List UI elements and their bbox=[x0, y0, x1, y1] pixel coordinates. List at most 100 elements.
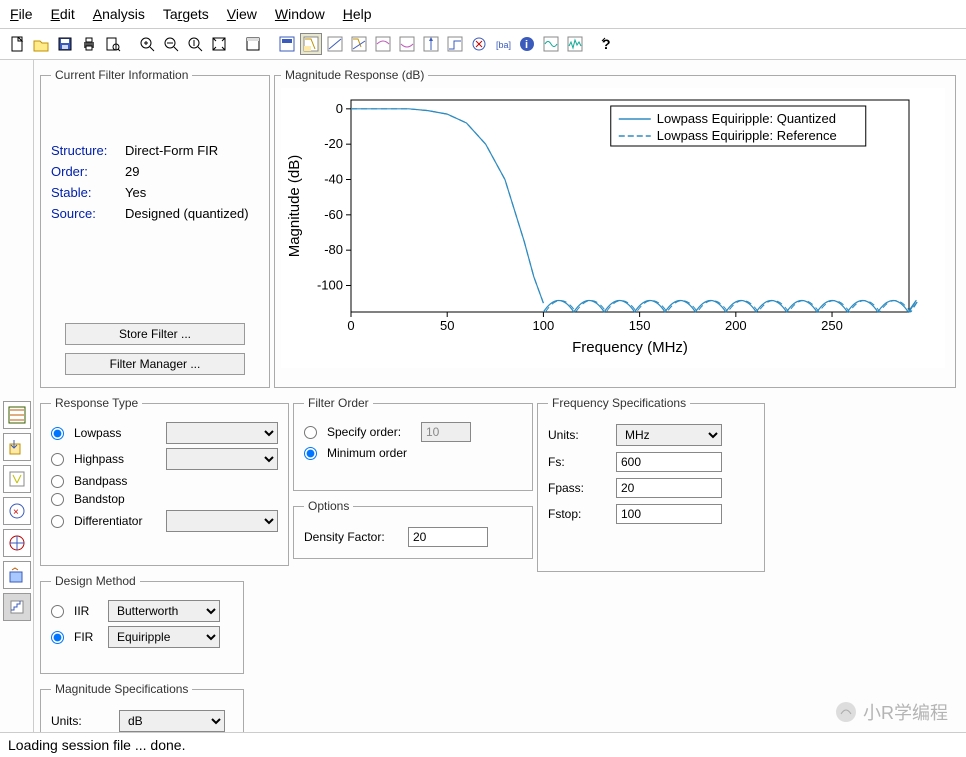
order-value: 29 bbox=[125, 164, 139, 179]
side-toolbar: × bbox=[0, 60, 34, 744]
highpass-radio[interactable] bbox=[51, 453, 64, 466]
options-legend: Options bbox=[304, 499, 353, 513]
impulse-resp-icon[interactable] bbox=[420, 33, 442, 55]
print-icon[interactable] bbox=[78, 33, 100, 55]
fpass-input[interactable] bbox=[616, 478, 722, 498]
iir-radio[interactable] bbox=[51, 605, 64, 618]
group-delay-icon[interactable] bbox=[372, 33, 394, 55]
magnitude-response-chart[interactable]: 0-20-40-60-80-100050100150200250Frequenc… bbox=[281, 88, 945, 368]
zoom-x-icon[interactable] bbox=[160, 33, 182, 55]
svg-text:150: 150 bbox=[629, 318, 651, 333]
current-filter-info-panel: Current Filter Information Structure:Dir… bbox=[40, 68, 270, 388]
filter-order-panel: Filter Order Specify order: Minimum orde… bbox=[293, 396, 533, 491]
lowpass-label: Lowpass bbox=[74, 426, 160, 440]
bandstop-radio[interactable] bbox=[51, 493, 64, 506]
structure-value: Direct-Form FIR bbox=[125, 143, 218, 158]
iir-select[interactable]: Butterworth bbox=[108, 600, 220, 622]
transform-filter-icon[interactable] bbox=[3, 561, 31, 589]
response-type-legend: Response Type bbox=[51, 396, 142, 410]
phase-resp-icon[interactable] bbox=[324, 33, 346, 55]
zoom-y-icon[interactable] bbox=[184, 33, 206, 55]
noise-psd-icon[interactable] bbox=[564, 33, 586, 55]
svg-text:50: 50 bbox=[440, 318, 454, 333]
density-factor-input[interactable] bbox=[408, 527, 488, 547]
mag-spec-legend: Magnitude Specifications bbox=[51, 682, 192, 696]
import-filter-icon[interactable] bbox=[3, 433, 31, 461]
fstop-label: Fstop: bbox=[548, 507, 608, 521]
differentiator-label: Differentiator bbox=[74, 514, 160, 528]
svg-text:-40: -40 bbox=[324, 172, 343, 187]
magnitude-est-icon[interactable] bbox=[540, 33, 562, 55]
watermark: 小R学编程 bbox=[835, 699, 948, 725]
mag-units-label: Units: bbox=[51, 714, 111, 728]
differentiator-select[interactable] bbox=[166, 510, 278, 532]
save-icon[interactable] bbox=[54, 33, 76, 55]
menu-edit[interactable]: Edit bbox=[51, 6, 75, 22]
status-bar: Loading session file ... done. bbox=[0, 732, 966, 757]
svg-text:[ba]: [ba] bbox=[496, 40, 511, 50]
mag-units-select[interactable]: dB bbox=[119, 710, 225, 732]
svg-text:-60: -60 bbox=[324, 207, 343, 222]
print-preview-icon[interactable] bbox=[102, 33, 124, 55]
multirate-icon[interactable] bbox=[3, 529, 31, 557]
lowpass-select[interactable] bbox=[166, 422, 278, 444]
minimum-order-radio[interactable] bbox=[304, 447, 317, 460]
bandpass-radio[interactable] bbox=[51, 475, 64, 488]
filter-manager-button[interactable]: Filter Manager ... bbox=[65, 353, 245, 375]
menu-targets[interactable]: Targets bbox=[163, 6, 209, 22]
bandpass-label: Bandpass bbox=[74, 474, 127, 488]
source-value: Designed (quantized) bbox=[125, 206, 249, 221]
minimum-order-label: Minimum order bbox=[327, 446, 407, 460]
realize-model-icon[interactable] bbox=[3, 465, 31, 493]
zoom-in-icon[interactable] bbox=[136, 33, 158, 55]
menu-analysis[interactable]: Analysis bbox=[93, 6, 145, 22]
open-icon[interactable] bbox=[30, 33, 52, 55]
fs-input[interactable] bbox=[616, 452, 722, 472]
svg-text:-100: -100 bbox=[317, 278, 343, 293]
differentiator-radio[interactable] bbox=[51, 515, 64, 528]
set-quantization-icon[interactable] bbox=[3, 593, 31, 621]
freq-units-select[interactable]: MHz bbox=[616, 424, 722, 446]
step-resp-icon[interactable] bbox=[444, 33, 466, 55]
svg-text:Lowpass Equiripple: Reference: Lowpass Equiripple: Reference bbox=[657, 128, 837, 143]
highpass-label: Highpass bbox=[74, 452, 160, 466]
new-icon[interactable] bbox=[6, 33, 28, 55]
order-label: Order: bbox=[51, 164, 125, 179]
zoom-fit-icon[interactable] bbox=[208, 33, 230, 55]
iir-label: IIR bbox=[74, 604, 102, 618]
specify-order-radio[interactable] bbox=[304, 426, 317, 439]
design-method-legend: Design Method bbox=[51, 574, 140, 588]
filter-order-legend: Filter Order bbox=[304, 396, 373, 410]
coefficients-icon[interactable]: [ba] bbox=[492, 33, 514, 55]
fir-radio[interactable] bbox=[51, 631, 64, 644]
menu-help[interactable]: Help bbox=[343, 6, 372, 22]
lowpass-radio[interactable] bbox=[51, 427, 64, 440]
fstop-input[interactable] bbox=[616, 504, 722, 524]
menu-view[interactable]: View bbox=[227, 6, 257, 22]
svg-text:Frequency (MHz): Frequency (MHz) bbox=[572, 339, 688, 356]
toolbar: [ba] i ? bbox=[0, 29, 966, 60]
freq-units-label: Units: bbox=[548, 428, 608, 442]
pole-zero-editor-icon[interactable]: × bbox=[3, 497, 31, 525]
store-filter-button[interactable]: Store Filter ... bbox=[65, 323, 245, 345]
highpass-select[interactable] bbox=[166, 448, 278, 470]
response-type-panel: Response Type Lowpass Highpass Bandpass … bbox=[40, 396, 289, 566]
magnitude-response-panel: Magnitude Response (dB) 0-20-40-60-80-10… bbox=[274, 68, 956, 388]
filter-info-icon[interactable]: i bbox=[516, 33, 538, 55]
menu-file[interactable]: File bbox=[10, 6, 33, 22]
specify-order-label: Specify order: bbox=[327, 425, 415, 439]
mag-resp-icon[interactable] bbox=[300, 33, 322, 55]
menu-window[interactable]: Window bbox=[275, 6, 325, 22]
structure-label: Structure: bbox=[51, 143, 125, 158]
density-factor-label: Density Factor: bbox=[304, 530, 400, 544]
mag-phase-icon[interactable] bbox=[348, 33, 370, 55]
fir-select[interactable]: Equiripple bbox=[108, 626, 220, 648]
full-view-icon[interactable] bbox=[276, 33, 298, 55]
svg-text:Lowpass Equiripple: Quantized: Lowpass Equiripple: Quantized bbox=[657, 111, 836, 126]
phase-delay-icon[interactable] bbox=[396, 33, 418, 55]
help-icon[interactable]: ? bbox=[598, 33, 620, 55]
fvtool-icon[interactable] bbox=[242, 33, 264, 55]
pole-zero-icon[interactable] bbox=[468, 33, 490, 55]
menubar: File Edit Analysis Targets View Window H… bbox=[0, 0, 966, 29]
design-filter-side-icon[interactable] bbox=[3, 401, 31, 429]
